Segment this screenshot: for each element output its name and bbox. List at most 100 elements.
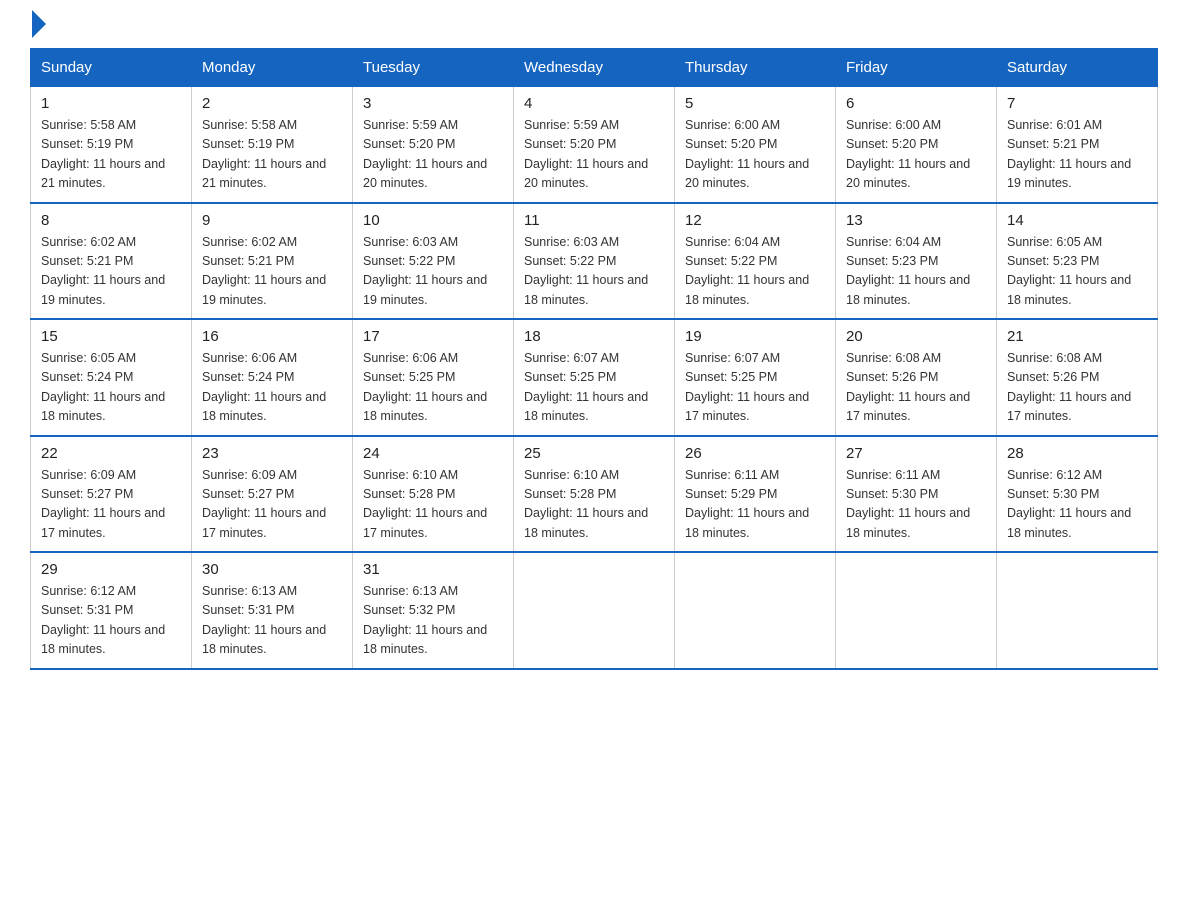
- day-info: Sunrise: 6:00 AMSunset: 5:20 PMDaylight:…: [846, 116, 986, 194]
- calendar-day-cell: 23 Sunrise: 6:09 AMSunset: 5:27 PMDayligh…: [192, 436, 353, 553]
- calendar-week-row: 22 Sunrise: 6:09 AMSunset: 5:27 PMDayligh…: [31, 436, 1158, 553]
- calendar-day-cell: 10Sunrise: 6:03 AMSunset: 5:22 PMDayligh…: [353, 203, 514, 320]
- calendar-day-cell: 19 Sunrise: 6:07 AMSunset: 5:25 PMDayligh…: [675, 319, 836, 436]
- calendar-week-row: 15Sunrise: 6:05 AMSunset: 5:24 PMDayligh…: [31, 319, 1158, 436]
- day-info: Sunrise: 6:09 AMSunset: 5:27 PMDaylight:…: [202, 466, 342, 544]
- calendar-day-cell: 28 Sunrise: 6:12 AMSunset: 5:30 PMDayligh…: [997, 436, 1158, 553]
- day-number: 20: [846, 328, 986, 345]
- day-info: Sunrise: 6:06 AMSunset: 5:25 PMDaylight:…: [363, 349, 503, 427]
- day-number: 16: [202, 328, 342, 345]
- calendar-body: 1 Sunrise: 5:58 AMSunset: 5:19 PMDaylight…: [31, 87, 1158, 669]
- day-number: 7: [1007, 95, 1147, 112]
- day-number: 5: [685, 95, 825, 112]
- weekday-header-row: SundayMondayTuesdayWednesdayThursdayFrid…: [31, 49, 1158, 87]
- day-info: Sunrise: 6:08 AMSunset: 5:26 PMDaylight:…: [846, 349, 986, 427]
- calendar-day-cell: 2Sunrise: 5:58 AMSunset: 5:19 PMDaylight…: [192, 87, 353, 203]
- day-info: Sunrise: 6:07 AMSunset: 5:25 PMDaylight:…: [685, 349, 825, 427]
- calendar-day-cell: 31 Sunrise: 6:13 AMSunset: 5:32 PMDayligh…: [353, 552, 514, 669]
- calendar-day-cell: 17 Sunrise: 6:06 AMSunset: 5:25 PMDayligh…: [353, 319, 514, 436]
- day-number: 18: [524, 328, 664, 345]
- day-info: Sunrise: 6:09 AMSunset: 5:27 PMDaylight:…: [41, 466, 181, 544]
- calendar-day-cell: 14 Sunrise: 6:05 AMSunset: 5:23 PMDayligh…: [997, 203, 1158, 320]
- calendar-day-cell: [675, 552, 836, 669]
- weekday-header-thursday: Thursday: [675, 49, 836, 87]
- day-info: Sunrise: 5:58 AMSunset: 5:19 PMDaylight:…: [202, 116, 342, 194]
- day-number: 26: [685, 445, 825, 462]
- day-info: Sunrise: 6:11 AMSunset: 5:30 PMDaylight:…: [846, 466, 986, 544]
- day-number: 9: [202, 212, 342, 229]
- day-number: 6: [846, 95, 986, 112]
- weekday-header-saturday: Saturday: [997, 49, 1158, 87]
- day-info: Sunrise: 6:12 AMSunset: 5:30 PMDaylight:…: [1007, 466, 1147, 544]
- calendar-day-cell: 21 Sunrise: 6:08 AMSunset: 5:26 PMDayligh…: [997, 319, 1158, 436]
- calendar-day-cell: 1 Sunrise: 5:58 AMSunset: 5:19 PMDaylight…: [31, 87, 192, 203]
- day-info: Sunrise: 6:06 AMSunset: 5:24 PMDaylight:…: [202, 349, 342, 427]
- day-number: 31: [363, 561, 503, 578]
- day-number: 14: [1007, 212, 1147, 229]
- calendar-day-cell: 9 Sunrise: 6:02 AMSunset: 5:21 PMDaylight…: [192, 203, 353, 320]
- weekday-header-wednesday: Wednesday: [514, 49, 675, 87]
- day-info: Sunrise: 6:12 AMSunset: 5:31 PMDaylight:…: [41, 582, 181, 660]
- day-number: 29: [41, 561, 181, 578]
- day-info: Sunrise: 6:11 AMSunset: 5:29 PMDaylight:…: [685, 466, 825, 544]
- day-info: Sunrise: 6:03 AMSunset: 5:22 PMDaylight:…: [363, 233, 503, 311]
- day-number: 12: [685, 212, 825, 229]
- day-number: 30: [202, 561, 342, 578]
- day-number: 21: [1007, 328, 1147, 345]
- calendar-day-cell: 27 Sunrise: 6:11 AMSunset: 5:30 PMDayligh…: [836, 436, 997, 553]
- day-number: 22: [41, 445, 181, 462]
- weekday-header-friday: Friday: [836, 49, 997, 87]
- day-info: Sunrise: 5:59 AMSunset: 5:20 PMDaylight:…: [524, 116, 664, 194]
- day-number: 24: [363, 445, 503, 462]
- calendar-week-row: 29 Sunrise: 6:12 AMSunset: 5:31 PMDayligh…: [31, 552, 1158, 669]
- day-info: Sunrise: 6:00 AMSunset: 5:20 PMDaylight:…: [685, 116, 825, 194]
- day-number: 11: [524, 212, 664, 229]
- day-number: 4: [524, 95, 664, 112]
- day-info: Sunrise: 6:07 AMSunset: 5:25 PMDaylight:…: [524, 349, 664, 427]
- calendar-day-cell: 18 Sunrise: 6:07 AMSunset: 5:25 PMDayligh…: [514, 319, 675, 436]
- calendar-day-cell: 15Sunrise: 6:05 AMSunset: 5:24 PMDayligh…: [31, 319, 192, 436]
- day-number: 27: [846, 445, 986, 462]
- day-number: 13: [846, 212, 986, 229]
- day-info: Sunrise: 5:58 AMSunset: 5:19 PMDaylight:…: [41, 116, 181, 194]
- calendar-day-cell: [514, 552, 675, 669]
- day-info: Sunrise: 6:13 AMSunset: 5:31 PMDaylight:…: [202, 582, 342, 660]
- calendar-day-cell: [997, 552, 1158, 669]
- calendar-day-cell: 12 Sunrise: 6:04 AMSunset: 5:22 PMDayligh…: [675, 203, 836, 320]
- day-number: 23: [202, 445, 342, 462]
- day-number: 1: [41, 95, 181, 112]
- day-info: Sunrise: 6:02 AMSunset: 5:21 PMDaylight:…: [202, 233, 342, 311]
- day-info: Sunrise: 6:02 AMSunset: 5:21 PMDaylight:…: [41, 233, 181, 311]
- day-info: Sunrise: 6:04 AMSunset: 5:22 PMDaylight:…: [685, 233, 825, 311]
- header: [30, 20, 1158, 38]
- calendar-day-cell: 16 Sunrise: 6:06 AMSunset: 5:24 PMDayligh…: [192, 319, 353, 436]
- day-info: Sunrise: 6:03 AMSunset: 5:22 PMDaylight:…: [524, 233, 664, 311]
- day-number: 17: [363, 328, 503, 345]
- calendar-week-row: 1 Sunrise: 5:58 AMSunset: 5:19 PMDaylight…: [31, 87, 1158, 203]
- calendar-day-cell: 8 Sunrise: 6:02 AMSunset: 5:21 PMDaylight…: [31, 203, 192, 320]
- calendar-day-cell: 25 Sunrise: 6:10 AMSunset: 5:28 PMDayligh…: [514, 436, 675, 553]
- calendar-day-cell: 4 Sunrise: 5:59 AMSunset: 5:20 PMDaylight…: [514, 87, 675, 203]
- calendar-day-cell: 13 Sunrise: 6:04 AMSunset: 5:23 PMDayligh…: [836, 203, 997, 320]
- day-info: Sunrise: 6:13 AMSunset: 5:32 PMDaylight:…: [363, 582, 503, 660]
- weekday-header-tuesday: Tuesday: [353, 49, 514, 87]
- day-info: Sunrise: 6:01 AMSunset: 5:21 PMDaylight:…: [1007, 116, 1147, 194]
- day-info: Sunrise: 6:10 AMSunset: 5:28 PMDaylight:…: [524, 466, 664, 544]
- calendar-table: SundayMondayTuesdayWednesdayThursdayFrid…: [30, 48, 1158, 670]
- day-info: Sunrise: 6:08 AMSunset: 5:26 PMDaylight:…: [1007, 349, 1147, 427]
- calendar-day-cell: 5 Sunrise: 6:00 AMSunset: 5:20 PMDaylight…: [675, 87, 836, 203]
- day-info: Sunrise: 6:10 AMSunset: 5:28 PMDaylight:…: [363, 466, 503, 544]
- day-info: Sunrise: 6:05 AMSunset: 5:23 PMDaylight:…: [1007, 233, 1147, 311]
- day-info: Sunrise: 6:04 AMSunset: 5:23 PMDaylight:…: [846, 233, 986, 311]
- calendar-day-cell: 6 Sunrise: 6:00 AMSunset: 5:20 PMDaylight…: [836, 87, 997, 203]
- day-number: 19: [685, 328, 825, 345]
- day-number: 15: [41, 328, 181, 345]
- day-number: 8: [41, 212, 181, 229]
- day-number: 25: [524, 445, 664, 462]
- calendar-day-cell: 3Sunrise: 5:59 AMSunset: 5:20 PMDaylight…: [353, 87, 514, 203]
- day-number: 28: [1007, 445, 1147, 462]
- calendar-day-cell: 20 Sunrise: 6:08 AMSunset: 5:26 PMDayligh…: [836, 319, 997, 436]
- calendar-day-cell: 24 Sunrise: 6:10 AMSunset: 5:28 PMDayligh…: [353, 436, 514, 553]
- calendar-day-cell: 11 Sunrise: 6:03 AMSunset: 5:22 PMDayligh…: [514, 203, 675, 320]
- calendar-week-row: 8 Sunrise: 6:02 AMSunset: 5:21 PMDaylight…: [31, 203, 1158, 320]
